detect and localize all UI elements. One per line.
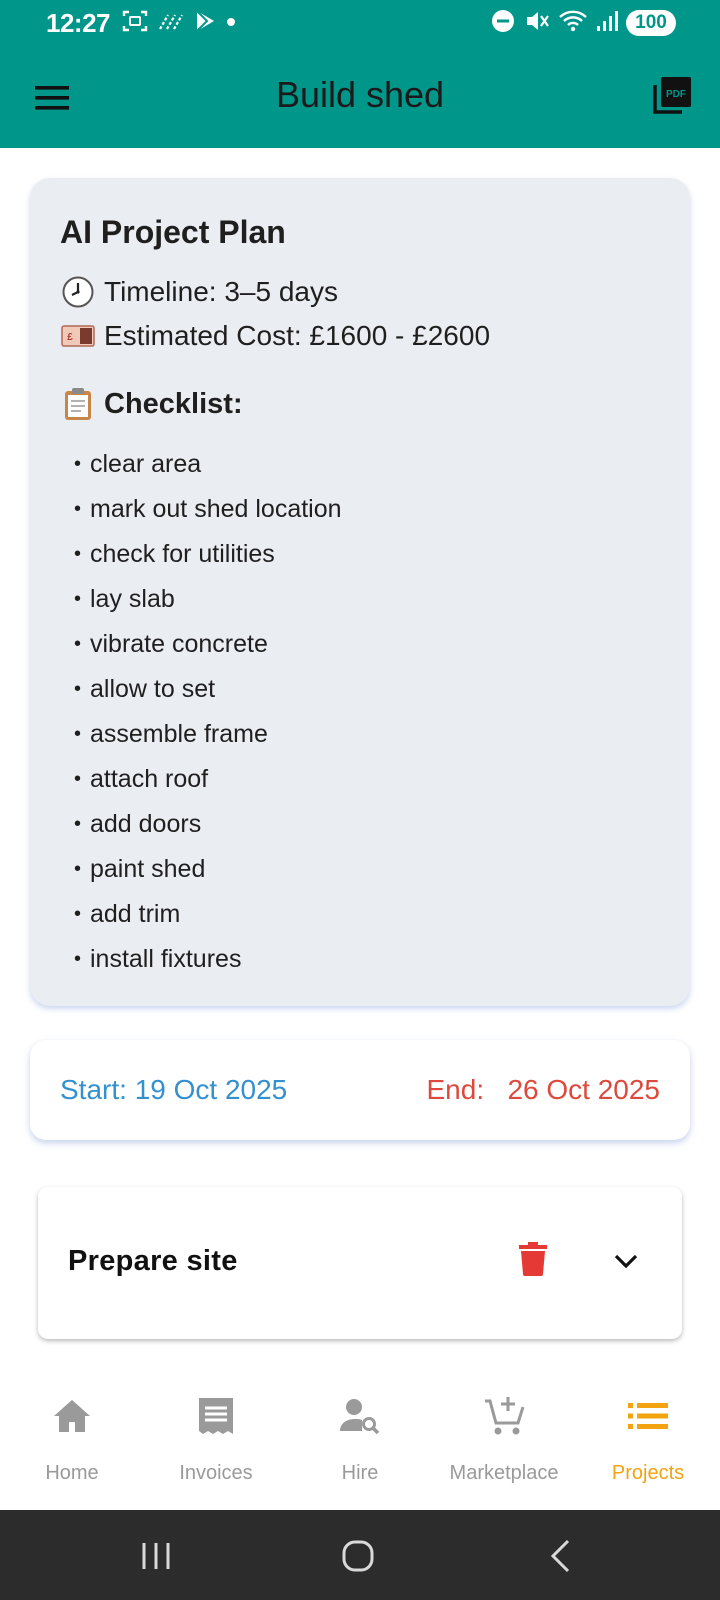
home-icon	[50, 1394, 94, 1438]
app-bar: Build shed PDF	[0, 46, 720, 148]
checklist-item: • assemble frame	[74, 720, 268, 748]
cart-add-icon	[482, 1394, 526, 1438]
dnd-icon	[490, 8, 516, 39]
notification-dot-icon	[226, 14, 236, 32]
home-circle-icon	[342, 1540, 374, 1572]
trash-icon	[519, 1242, 547, 1276]
checklist-heading: Checklist:	[60, 386, 243, 422]
data-saver-icon	[158, 11, 184, 36]
end-date[interactable]: End: 26 Oct 2025	[427, 1074, 661, 1106]
ai-plan-card: AI Project Plan Timeline: 3–5 days £ Est…	[30, 178, 690, 1006]
wifi-icon	[558, 8, 588, 39]
nav-label: Home	[45, 1462, 99, 1484]
svg-text:£: £	[67, 332, 73, 343]
nav-marketplace[interactable]: Marketplace	[432, 1378, 576, 1510]
checklist-item: • mark out shed location	[74, 495, 342, 523]
signal-icon	[596, 9, 618, 38]
clipboard-icon	[60, 386, 96, 422]
system-home-button[interactable]	[336, 1534, 380, 1578]
plan-title: AI Project Plan	[60, 214, 286, 250]
checklist-item: • paint shed	[74, 855, 206, 883]
recents-button[interactable]	[134, 1534, 178, 1578]
dates-card: Start: 19 Oct 2025 End: 26 Oct 2025	[30, 1040, 690, 1140]
recents-icon	[142, 1543, 170, 1569]
screenshot-icon	[122, 9, 148, 38]
checklist-item: • clear area	[74, 450, 202, 478]
banknote-icon: £	[60, 318, 96, 354]
expand-task-button[interactable]	[606, 1241, 646, 1281]
chevron-down-icon	[614, 1254, 638, 1269]
person-search-icon	[338, 1394, 382, 1438]
checklist: • clear area • mark out shed location • che…	[74, 442, 342, 982]
back-button[interactable]	[538, 1534, 582, 1578]
checklist-title: Checklist:	[104, 387, 243, 420]
svg-text:PDF: PDF	[666, 89, 686, 100]
timeline-row: Timeline: 3–5 days	[60, 274, 338, 310]
nav-label: Marketplace	[449, 1462, 559, 1484]
nav-label: Invoices	[179, 1462, 253, 1484]
cost-row: £ Estimated Cost: £1600 - £2600	[60, 318, 490, 354]
delete-task-button[interactable]	[514, 1237, 552, 1281]
status-bar: 12:27 100	[0, 0, 720, 46]
start-date[interactable]: Start: 19 Oct 2025	[60, 1074, 287, 1106]
bottom-nav: Home Invoices Hire Marketplace Projects	[0, 1378, 720, 1510]
checklist-item: • install fixtures	[74, 945, 242, 973]
status-right-icons: 100	[490, 9, 676, 37]
system-nav-bar	[0, 1510, 720, 1600]
nav-home[interactable]: Home	[0, 1378, 144, 1510]
status-left-icons	[122, 9, 236, 38]
back-icon	[550, 1539, 570, 1573]
cost-text: Estimated Cost: £1600 - £2600	[104, 320, 491, 351]
checklist-item: • lay slab	[74, 585, 175, 613]
timeline-text: Timeline: 3–5 days	[104, 276, 338, 307]
nav-hire[interactable]: Hire	[288, 1378, 432, 1510]
nav-projects[interactable]: Projects	[576, 1378, 720, 1510]
checklist-item: • allow to set	[74, 675, 216, 703]
nav-invoices[interactable]: Invoices	[144, 1378, 288, 1510]
play-store-icon	[194, 9, 216, 38]
nav-label: Hire	[341, 1462, 379, 1484]
page-title: Build shed	[275, 74, 445, 115]
battery-indicator: 100	[626, 10, 676, 36]
nav-label: Projects	[611, 1462, 685, 1484]
clock-icon	[60, 274, 96, 310]
list-icon	[626, 1394, 670, 1438]
receipt-icon	[194, 1394, 238, 1438]
status-time: 12:27	[46, 8, 111, 38]
checklist-item: • check for utilities	[74, 540, 275, 568]
task-card[interactable]: Prepare site	[38, 1187, 682, 1339]
checklist-item: • add trim	[74, 900, 181, 928]
mute-icon	[524, 8, 550, 39]
checklist-item: • vibrate concrete	[74, 630, 268, 658]
pdf-icon: PDF	[653, 77, 691, 114]
checklist-item: • add doors	[74, 810, 202, 838]
checklist-item: • attach roof	[74, 765, 209, 793]
export-pdf-button[interactable]: PDF	[650, 74, 694, 118]
task-title: Prepare site	[68, 1245, 238, 1277]
